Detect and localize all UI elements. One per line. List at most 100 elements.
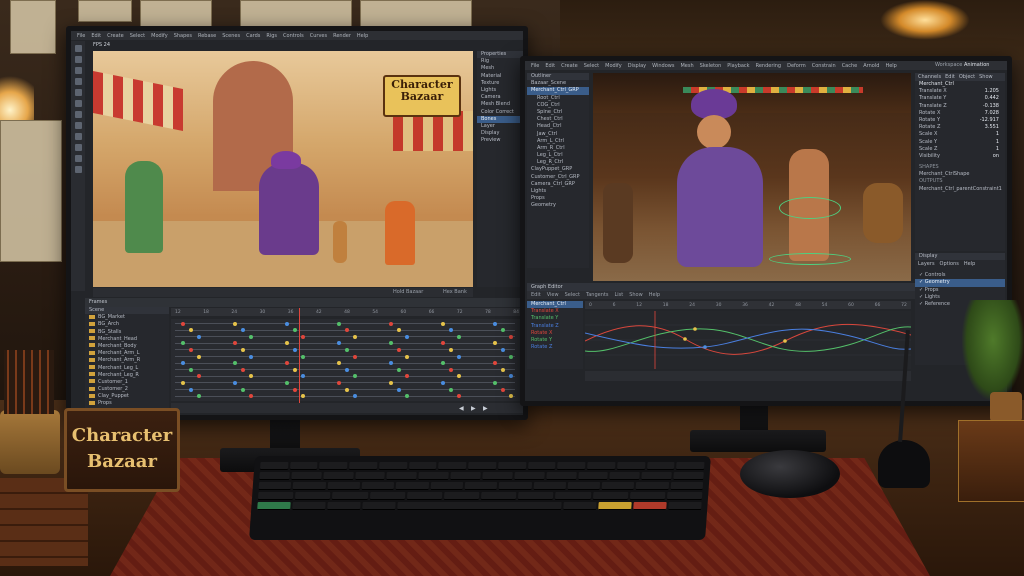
menu-display[interactable]: Display: [628, 63, 646, 69]
keyframe-marker[interactable]: [189, 347, 193, 352]
keyframe-marker[interactable]: [345, 387, 349, 392]
keyboard-key[interactable]: [327, 482, 361, 490]
keyframe-marker[interactable]: [353, 394, 357, 399]
tab-edit[interactable]: Edit: [945, 73, 955, 81]
bazaar-2d-viewport[interactable]: Character Bazaar: [93, 51, 473, 287]
keyboard-key[interactable]: [641, 472, 672, 480]
keyboard-key[interactable]: [668, 502, 702, 510]
keyboard-key[interactable]: [633, 502, 667, 510]
graph-channel-item[interactable]: Rotate Y: [527, 337, 583, 344]
rig-control-circle[interactable]: [779, 197, 841, 219]
keyframe-marker[interactable]: [353, 374, 357, 379]
layer-item[interactable]: Merchant_Leg_L: [85, 365, 169, 372]
layer-item[interactable]: Merchant_Leg_R: [85, 372, 169, 379]
layer-item[interactable]: BG_Stalls: [85, 329, 169, 336]
zoom-tool-icon[interactable]: [74, 166, 82, 173]
display-layer-item[interactable]: ✓ Props: [915, 287, 1005, 294]
outliner-item[interactable]: Spine_Ctrl: [527, 109, 589, 116]
graph-menu-tangents[interactable]: Tangents: [586, 291, 608, 299]
keyboard-key[interactable]: [259, 472, 290, 480]
graph-menu-show[interactable]: Show: [629, 291, 643, 299]
keyframe-marker[interactable]: [249, 334, 253, 339]
tab-channels[interactable]: Channels: [918, 73, 941, 81]
keyframe-marker[interactable]: [241, 347, 245, 352]
property-item[interactable]: Material: [477, 73, 523, 80]
keyframe-marker[interactable]: [197, 374, 201, 379]
keyboard-key[interactable]: [545, 472, 577, 480]
property-item[interactable]: Bones: [477, 115, 523, 123]
keyboard-key[interactable]: [497, 462, 527, 470]
keyboard-key[interactable]: [450, 472, 481, 480]
keyframe-marker[interactable]: [241, 367, 245, 372]
keyboard-key[interactable]: [676, 462, 705, 470]
outliner-item[interactable]: Lights: [527, 188, 589, 195]
keyframe-marker[interactable]: [345, 347, 349, 352]
keyboard-key[interactable]: [418, 472, 449, 480]
graph-menu-edit[interactable]: Edit: [531, 291, 541, 299]
graph-ruler[interactable]: 0 6 12 18 24 30 36 42 48 54 60 66 72: [585, 301, 911, 309]
keyboard-key[interactable]: [563, 502, 597, 510]
keyframe-marker[interactable]: [293, 367, 297, 372]
outputs-value[interactable]: Merchant_Ctrl_parentConstraint1: [915, 186, 1005, 193]
outliner-item[interactable]: Leg_R_Ctrl: [527, 159, 589, 166]
keyframe-marker[interactable]: [337, 361, 341, 366]
keyboard-key[interactable]: [670, 482, 704, 490]
keyframe-marker[interactable]: [285, 321, 289, 326]
keyboard-key[interactable]: [386, 472, 418, 480]
outliner-item[interactable]: Customer_Ctrl_GRP: [527, 174, 589, 181]
keyboard-key[interactable]: [438, 462, 467, 470]
keyboard-key[interactable]: [577, 472, 609, 480]
channel-value[interactable]: 1: [996, 139, 999, 146]
keyboard-key[interactable]: [464, 482, 498, 490]
channel-row[interactable]: Scale Z 1: [915, 146, 1005, 153]
keyframe-marker[interactable]: [345, 367, 349, 372]
keyboard-key[interactable]: [482, 472, 513, 480]
property-item[interactable]: Rig: [477, 58, 523, 65]
keyframe-marker[interactable]: [241, 387, 245, 392]
menu-help[interactable]: Help: [357, 33, 368, 39]
keyframe-marker[interactable]: [181, 380, 185, 385]
keyboard-key[interactable]: [322, 472, 354, 480]
tab-object[interactable]: Object: [959, 73, 975, 81]
keyframe-marker[interactable]: [353, 354, 357, 359]
keyboard-key[interactable]: [527, 462, 556, 470]
menu-scenes[interactable]: Scenes: [222, 33, 240, 39]
keyframe-marker[interactable]: [241, 328, 245, 333]
keyboard-key[interactable]: [666, 492, 703, 500]
keyframe-marker[interactable]: [249, 374, 253, 379]
keyboard-key[interactable]: [629, 492, 666, 500]
channel-value[interactable]: 1.205: [985, 88, 999, 95]
keyboard-key[interactable]: [592, 492, 629, 500]
tab-help[interactable]: Help: [964, 260, 975, 268]
keyframe-marker[interactable]: [389, 380, 393, 385]
tab-layers[interactable]: Layers: [918, 260, 935, 268]
layer-item[interactable]: BG_Market: [85, 314, 169, 321]
keyboard-key[interactable]: [295, 492, 331, 500]
channel-row[interactable]: Translate Z -0.138: [915, 103, 1005, 110]
rig-control-circle[interactable]: [769, 253, 851, 265]
keyboard-key[interactable]: [443, 492, 480, 500]
graph-channel-item[interactable]: Translate Y: [527, 315, 583, 322]
keyframe-marker[interactable]: [293, 387, 297, 392]
keyboard-key[interactable]: [361, 482, 395, 490]
layer-item[interactable]: Customer_1: [85, 379, 169, 386]
graph-menu-select[interactable]: Select: [565, 291, 580, 299]
menu-cache[interactable]: Cache: [842, 63, 858, 69]
channel-value[interactable]: -0.138: [983, 103, 999, 110]
menu-rendering[interactable]: Rendering: [756, 63, 782, 69]
keyboard-key[interactable]: [291, 472, 322, 480]
keyframe-marker[interactable]: [509, 334, 513, 339]
keyboard-key[interactable]: [567, 482, 601, 490]
keyboard-key[interactable]: [468, 462, 497, 470]
keyframe-marker[interactable]: [285, 361, 289, 366]
menu-skeleton[interactable]: Skeleton: [700, 63, 722, 69]
keyframe-marker[interactable]: [189, 328, 193, 333]
keyframe-marker[interactable]: [405, 374, 409, 379]
keyframe-marker[interactable]: [441, 341, 445, 346]
keyboard-key[interactable]: [646, 462, 675, 470]
channel-row[interactable]: Visibility on: [915, 153, 1005, 160]
menu-create[interactable]: Create: [561, 63, 578, 69]
keyframe-marker[interactable]: [301, 394, 305, 399]
eraser-tool-icon[interactable]: [74, 111, 82, 118]
keyframe-tracks[interactable]: [171, 319, 523, 401]
